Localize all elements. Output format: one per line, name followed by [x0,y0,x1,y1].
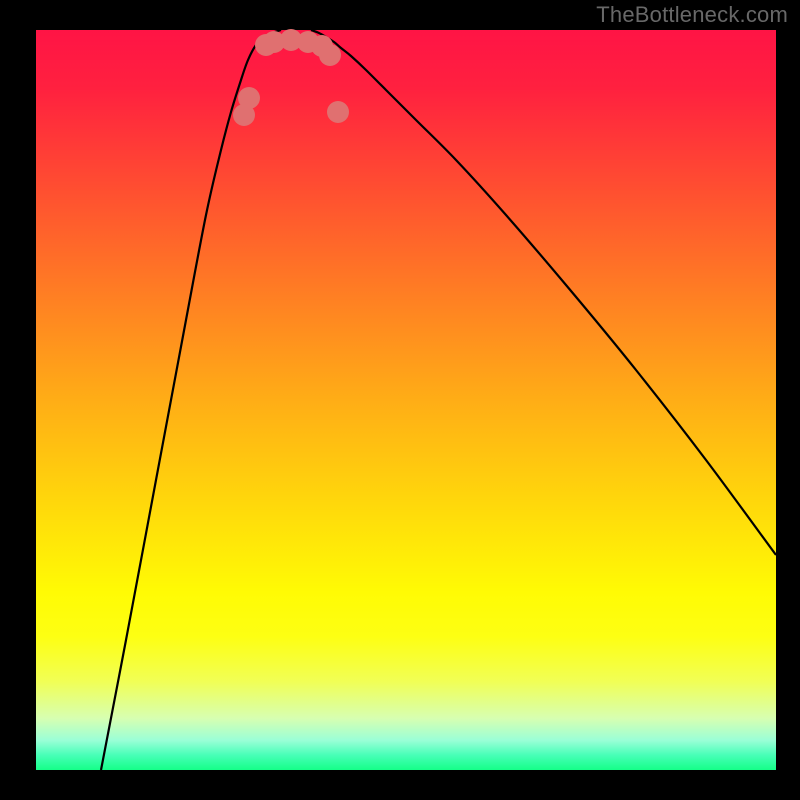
valley-point [327,101,349,123]
curve-svg [36,30,776,770]
plot-area [36,30,776,770]
chart-frame: TheBottleneck.com [0,0,800,800]
valley-markers [233,29,349,126]
series-right-branch [311,30,776,555]
valley-point [238,87,260,109]
curve-lines [101,30,776,770]
series-left-branch [101,30,281,770]
watermark-text: TheBottleneck.com [596,2,788,28]
valley-point [319,44,341,66]
